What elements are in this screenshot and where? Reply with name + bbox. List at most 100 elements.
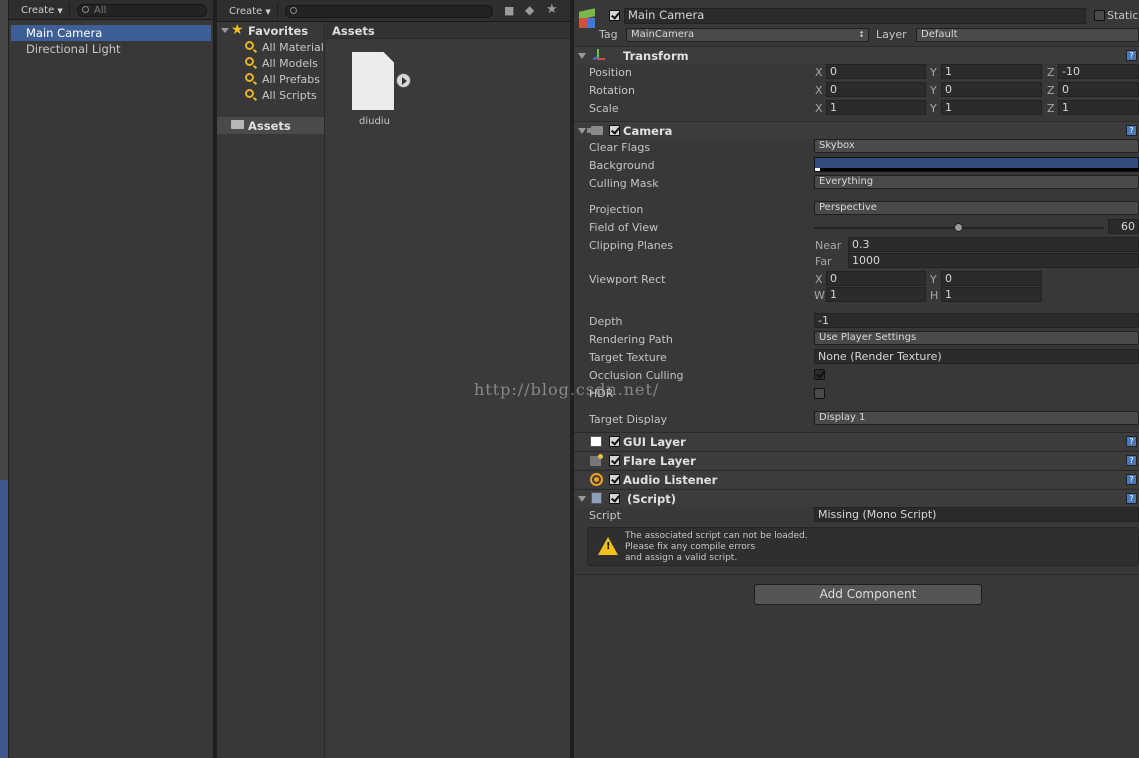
filter-by-label-icon[interactable]: ◆: [525, 3, 534, 17]
gui-layer-header[interactable]: GUI Layer ?: [574, 432, 1139, 450]
far-field[interactable]: 1000: [848, 253, 1139, 268]
rotation-x-field[interactable]: 0: [826, 82, 926, 97]
favorite-item-label: All Models: [262, 57, 318, 70]
depth-field[interactable]: -1: [814, 313, 1139, 328]
scale-z-field[interactable]: 1: [1058, 100, 1139, 115]
viewport-y-field[interactable]: 0: [941, 271, 1042, 286]
target-texture-field[interactable]: None (Render Texture): [814, 349, 1139, 364]
add-component-button[interactable]: Add Component: [754, 584, 982, 605]
hdr-checkbox[interactable]: [814, 388, 825, 399]
viewport-h-field[interactable]: 1: [941, 287, 1042, 302]
position-x-label: X: [815, 66, 823, 79]
gui-layer-enabled-checkbox[interactable]: [609, 436, 620, 447]
tree-item-label: Assets: [248, 119, 291, 133]
position-z-field[interactable]: -10: [1058, 64, 1139, 79]
audio-listener-header[interactable]: Audio Listener ?: [574, 470, 1139, 488]
clear-flags-value: Skybox: [819, 140, 855, 151]
clear-flags-dropdown[interactable]: Skybox: [814, 139, 1139, 153]
target-display-label: Target Display: [589, 413, 668, 426]
camera-fold-icon[interactable]: [578, 128, 586, 134]
favorite-item-label: All Scripts: [262, 89, 317, 102]
background-label: Background: [589, 159, 655, 172]
favorite-item-all-models[interactable]: All Models: [245, 55, 325, 71]
hierarchy-create-button[interactable]: Create ▼: [15, 3, 70, 18]
favorites-fold-icon[interactable]: [221, 28, 229, 33]
warning-text-line: The associated script can not be loaded.: [625, 531, 808, 541]
flare-layer-enabled-checkbox[interactable]: [609, 455, 620, 466]
camera-header[interactable]: Camera ?: [574, 121, 1139, 139]
culling-mask-dropdown[interactable]: Everything: [814, 175, 1139, 189]
position-x-field[interactable]: 0: [826, 64, 926, 79]
viewport-w-field[interactable]: 1: [826, 287, 926, 302]
hierarchy-item-label: Directional Light: [26, 42, 121, 56]
background-color-swatch[interactable]: [814, 157, 1139, 172]
static-checkbox[interactable]: [1094, 10, 1105, 21]
expand-arrow-icon[interactable]: [396, 73, 411, 88]
help-icon[interactable]: ?: [1126, 455, 1137, 466]
script-label: Script: [589, 509, 621, 522]
rotation-y-label: Y: [930, 84, 937, 97]
scale-y-value: 1: [945, 101, 952, 114]
favorite-item-label: All Material: [262, 41, 324, 54]
fov-field[interactable]: 60: [1108, 219, 1139, 234]
favorite-star-icon[interactable]: ★: [546, 2, 558, 17]
audio-listener-enabled-checkbox[interactable]: [609, 474, 620, 485]
project-panel: Create ▼ ■ ◆ ★ ★ Favorites All Material …: [217, 0, 570, 758]
projection-dropdown[interactable]: Perspective: [814, 201, 1139, 215]
search-icon: [245, 57, 254, 66]
help-icon[interactable]: ?: [1126, 474, 1137, 485]
rotation-z-field[interactable]: 0: [1058, 82, 1139, 97]
hierarchy-search-input[interactable]: All: [77, 4, 207, 17]
rotation-y-field[interactable]: 0: [941, 82, 1042, 97]
asset-name: diudiu: [359, 116, 390, 127]
tree-item-assets[interactable]: Assets: [217, 117, 324, 134]
script-header[interactable]: (Script) ?: [574, 489, 1139, 507]
camera-enabled-checkbox[interactable]: [609, 125, 620, 136]
target-display-dropdown[interactable]: Display 1: [814, 411, 1139, 425]
tag-dropdown[interactable]: MainCamera ↕: [626, 28, 869, 42]
help-icon[interactable]: ?: [1126, 493, 1137, 504]
help-icon[interactable]: ?: [1126, 436, 1137, 447]
help-icon[interactable]: ?: [1126, 125, 1137, 136]
far-label: Far: [815, 255, 832, 268]
script-fold-icon[interactable]: [578, 496, 586, 502]
flare-layer-header[interactable]: Flare Layer ?: [574, 451, 1139, 469]
script-title: (Script): [627, 492, 676, 506]
transform-header[interactable]: Transform ?: [574, 46, 1139, 64]
rendering-path-dropdown[interactable]: Use Player Settings: [814, 331, 1139, 345]
position-x-value: 0: [830, 65, 837, 78]
filter-by-type-icon[interactable]: ■: [504, 4, 514, 17]
layer-value: Default: [921, 29, 958, 40]
near-field[interactable]: 0.3: [848, 237, 1139, 252]
gui-layer-title: GUI Layer: [623, 435, 686, 449]
gameobject-active-checkbox[interactable]: [609, 10, 620, 21]
gameobject-name-field[interactable]: Main Camera: [624, 8, 1086, 24]
static-label: Static: [1107, 9, 1139, 22]
favorite-item-label: All Prefabs: [262, 73, 320, 86]
position-y-field[interactable]: 1: [941, 64, 1042, 79]
fov-value: 60: [1121, 220, 1135, 233]
asset-tile-diudiu[interactable]: diudiu: [352, 52, 418, 132]
fov-slider-knob[interactable]: [954, 223, 963, 232]
occlusion-culling-checkbox[interactable]: [814, 369, 825, 380]
target-texture-value: None (Render Texture): [818, 350, 942, 363]
transform-fold-icon[interactable]: [578, 53, 586, 59]
position-z-value: -10: [1062, 65, 1080, 78]
hierarchy-item-main-camera[interactable]: Main Camera: [11, 25, 211, 41]
favorite-item-all-material[interactable]: All Material: [245, 39, 325, 55]
viewport-x-field[interactable]: 0: [826, 271, 926, 286]
project-search-input[interactable]: [285, 5, 493, 18]
rotation-y-value: 0: [945, 83, 952, 96]
script-field[interactable]: Missing (Mono Script): [814, 507, 1139, 522]
audio-listener-icon: [590, 473, 603, 486]
layer-dropdown[interactable]: Default: [916, 28, 1139, 42]
scale-y-field[interactable]: 1: [941, 100, 1042, 115]
scale-x-field[interactable]: 1: [826, 100, 926, 115]
favorite-item-all-prefabs[interactable]: All Prefabs: [245, 71, 325, 87]
project-create-button[interactable]: Create ▼: [223, 4, 278, 19]
script-enabled-checkbox[interactable]: [609, 493, 620, 504]
fov-slider[interactable]: [814, 223, 1104, 232]
help-icon[interactable]: ?: [1126, 50, 1137, 61]
hierarchy-item-directional-light[interactable]: Directional Light: [11, 41, 211, 57]
favorite-item-all-scripts[interactable]: All Scripts: [245, 87, 325, 103]
